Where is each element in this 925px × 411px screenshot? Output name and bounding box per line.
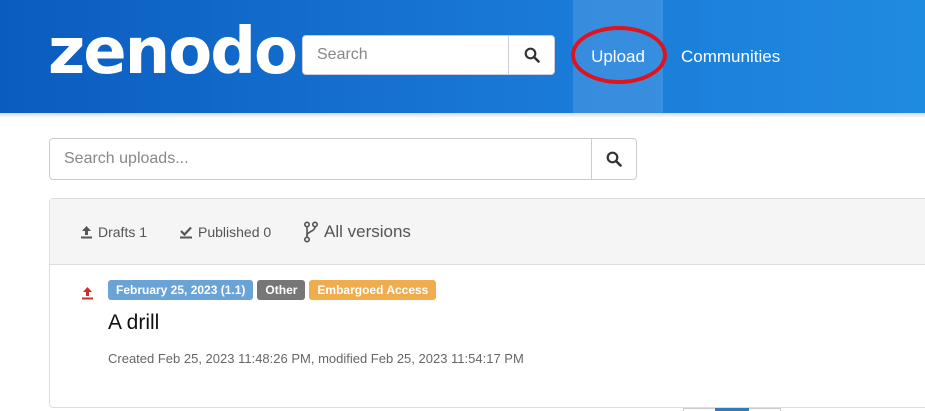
nav-upload-link[interactable]: Upload bbox=[573, 0, 663, 113]
badge-resource-type: Other bbox=[257, 280, 306, 300]
filter-published[interactable]: Published 0 bbox=[179, 199, 271, 265]
uploads-search-input[interactable] bbox=[49, 138, 592, 180]
uploads-search-button[interactable] bbox=[591, 138, 637, 180]
header-search-button[interactable] bbox=[508, 35, 555, 75]
filter-published-label: Published 0 bbox=[198, 224, 272, 240]
top-header: zenodo Upload Communities bbox=[0, 0, 925, 113]
header-search-input[interactable] bbox=[302, 35, 509, 75]
search-icon bbox=[524, 47, 540, 63]
filter-all-versions-label: All versions bbox=[324, 222, 411, 241]
zenodo-logo[interactable]: zenodo bbox=[48, 16, 298, 88]
badge-publication-date: February 25, 2023 (1.1) bbox=[108, 280, 254, 300]
check-tray-icon bbox=[180, 226, 192, 239]
record-badges: February 25, 2023 (1.1) Other Embargoed … bbox=[108, 280, 437, 300]
badge-access-right: Embargoed Access bbox=[309, 280, 437, 300]
filter-all-versions[interactable]: All versions bbox=[303, 199, 411, 265]
filter-drafts-label: Drafts 1 bbox=[98, 224, 148, 240]
record-upload-icon bbox=[82, 287, 93, 300]
nav-communities-link[interactable]: Communities bbox=[681, 0, 780, 113]
branch-icon bbox=[303, 221, 319, 243]
uploads-panel: Drafts 1 Published 0 All versions Februa… bbox=[49, 198, 925, 408]
record-meta: Created Feb 25, 2023 11:48:26 PM, modifi… bbox=[108, 351, 524, 366]
upload-icon bbox=[81, 226, 92, 239]
search-icon bbox=[606, 151, 622, 167]
record-title-link[interactable]: A drill bbox=[108, 311, 159, 335]
header-shadow bbox=[0, 113, 925, 118]
filter-drafts[interactable]: Drafts 1 bbox=[80, 199, 147, 265]
uploads-filter-bar: Drafts 1 Published 0 All versions bbox=[50, 199, 925, 265]
